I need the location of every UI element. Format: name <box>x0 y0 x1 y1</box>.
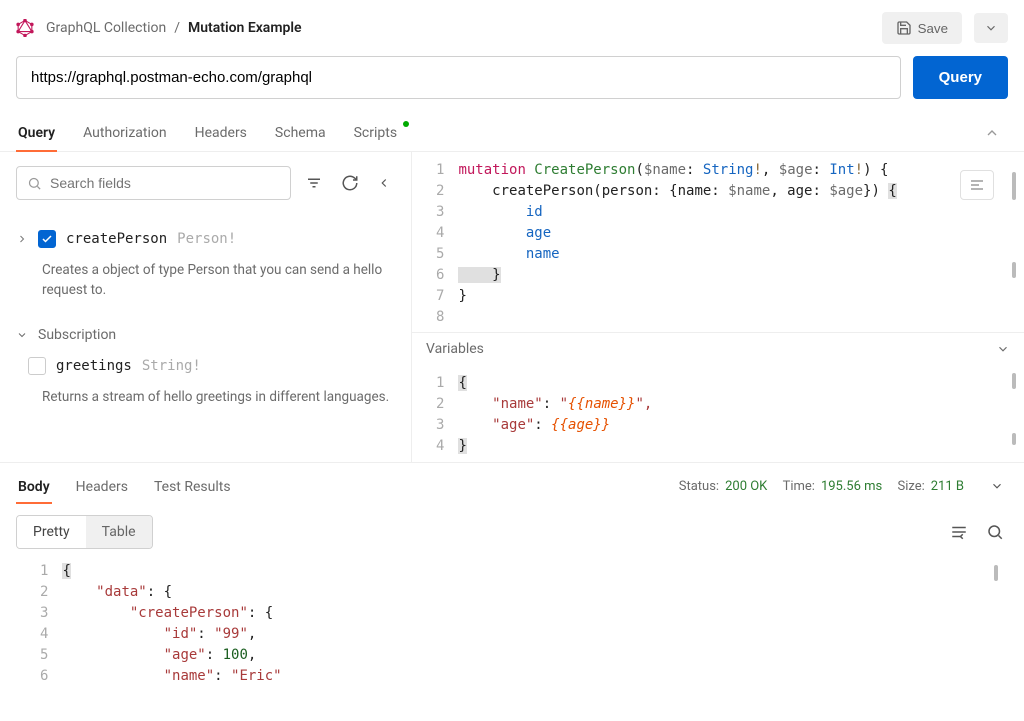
subscription-section[interactable]: Subscription <box>16 313 395 349</box>
field-greetings-desc: Returns a stream of hello greetings in d… <box>16 383 395 419</box>
breadcrumb-collection[interactable]: GraphQL Collection <box>46 20 166 36</box>
collapse-sidebar-icon[interactable] <box>373 172 395 194</box>
variables-header[interactable]: Variables <box>412 332 1024 365</box>
response-line-numbers: 123456 <box>0 561 62 687</box>
scrollbar[interactable] <box>1012 373 1016 389</box>
save-button[interactable]: Save <box>882 12 962 44</box>
tab-schema[interactable]: Schema <box>273 115 328 151</box>
query-line-numbers: 12345678 <box>412 160 458 324</box>
tab-headers[interactable]: Headers <box>193 115 249 151</box>
response-tab-headers[interactable]: Headers <box>74 469 130 503</box>
scrollbar[interactable] <box>994 565 998 581</box>
query-code[interactable]: mutation CreatePerson($name: String!, $a… <box>458 160 1024 324</box>
scrollbar[interactable] <box>1012 262 1016 278</box>
tab-authorization[interactable]: Authorization <box>81 115 168 151</box>
chevron-down-icon <box>984 21 998 35</box>
variables-code[interactable]: { "name": "{{name}}", "age": {{age}} } <box>458 373 1024 457</box>
save-icon <box>896 20 912 36</box>
response-status: Status: 200 OK Time: 195.56 ms Size: 211… <box>679 479 964 494</box>
response-expand-icon[interactable] <box>986 475 1008 497</box>
field-createperson-type: Person! <box>177 231 236 247</box>
query-editor[interactable]: 12345678 mutation CreatePerson($name: St… <box>412 152 1024 332</box>
search-fields-input[interactable] <box>50 175 280 191</box>
chevron-down-icon <box>16 329 28 341</box>
createperson-checkbox[interactable] <box>38 230 56 248</box>
field-greetings-type: String! <box>142 358 201 374</box>
scrollbar[interactable] <box>1012 433 1016 445</box>
view-pretty-tab[interactable]: Pretty <box>17 516 86 548</box>
search-response-icon[interactable] <box>982 519 1008 545</box>
search-fields-input-wrapper[interactable] <box>16 166 291 200</box>
response-body-code: { "data": { "createPerson": { "id": "99"… <box>62 561 1024 687</box>
tab-scripts[interactable]: Scripts <box>352 115 399 151</box>
field-createperson-name[interactable]: createPerson <box>66 231 167 247</box>
variables-editor[interactable]: 1234 { "name": "{{name}}", "age": {{age}… <box>412 365 1024 465</box>
tab-query[interactable]: Query <box>16 115 57 151</box>
wrap-lines-icon[interactable] <box>946 519 972 545</box>
expand-createperson-icon[interactable] <box>16 233 28 245</box>
greetings-checkbox[interactable] <box>28 357 46 375</box>
format-code-button[interactable] <box>960 170 994 200</box>
breadcrumb-current: Mutation Example <box>188 20 302 36</box>
response-tab-body[interactable]: Body <box>16 469 52 503</box>
chevron-down-icon <box>996 342 1010 356</box>
collapse-button[interactable] <box>976 117 1008 149</box>
breadcrumb: GraphQL Collection / Mutation Example <box>46 20 302 36</box>
field-createperson-desc: Creates a object of type Person that you… <box>16 256 395 313</box>
save-dropdown-button[interactable] <box>974 13 1008 43</box>
filter-icon[interactable] <box>301 170 327 196</box>
query-button[interactable]: Query <box>913 56 1008 99</box>
scrollbar[interactable] <box>1012 172 1016 200</box>
scripts-indicator-icon <box>403 121 409 127</box>
graphql-logo-icon <box>16 19 34 37</box>
response-body-editor[interactable]: 123456 { "data": { "createPerson": { "id… <box>0 561 1024 695</box>
url-input[interactable] <box>16 56 901 99</box>
variables-line-numbers: 1234 <box>412 373 458 457</box>
field-greetings-name[interactable]: greetings <box>56 358 132 374</box>
search-icon <box>27 176 42 191</box>
response-tab-test-results[interactable]: Test Results <box>152 469 233 503</box>
refresh-icon[interactable] <box>337 170 363 196</box>
view-table-tab[interactable]: Table <box>86 516 152 548</box>
